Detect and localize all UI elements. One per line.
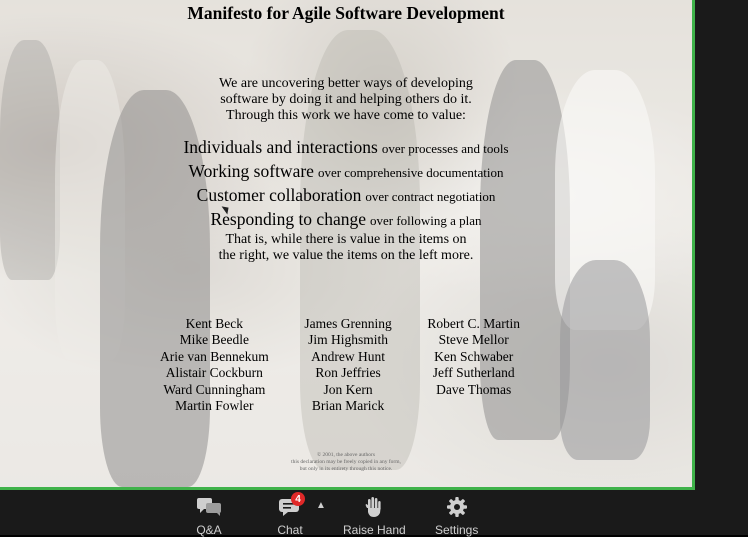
qa-button[interactable]: Q&A — [194, 495, 224, 537]
signer-name: Mike Beedle — [179, 332, 250, 348]
chevron-up-icon[interactable]: ▲ — [316, 500, 326, 511]
signer-name: Alistair Cockburn — [165, 365, 263, 381]
closing-line: the right, we value the items on the lef… — [218, 248, 474, 263]
signers-column: James Grenning Jim Highsmith Andrew Hunt… — [304, 316, 391, 414]
copyright-line: this declaration may be freely copied in… — [291, 459, 401, 465]
meeting-toolbar: Q&A 4 Chat ▲ Raise Hand Settings — [0, 490, 748, 537]
value-right: over comprehensive documentation — [317, 165, 504, 180]
hand-icon — [359, 495, 389, 519]
side-panel — [695, 0, 748, 490]
signer-name: Jim Highsmith — [308, 332, 388, 348]
signer-name: Jon Kern — [323, 381, 373, 397]
signer-name: Ward Cunningham — [163, 381, 266, 397]
copyright-line: © 2001, the above authors — [316, 452, 376, 458]
value-left: Customer collaboration — [196, 185, 362, 205]
signer-name: Ron Jeffries — [315, 365, 381, 381]
closing-line: That is, while there is value in the ite… — [225, 232, 467, 247]
signer-name: James Grenning — [304, 316, 392, 331]
signer-name: Arie van Bennekum — [160, 348, 269, 364]
manifesto-intro: We are uncovering better ways of develop… — [0, 76, 692, 124]
qa-icon — [194, 495, 224, 519]
manifesto-title: Manifesto for Agile Software Development — [187, 3, 505, 23]
value-row: Working software over comprehensive docu… — [0, 160, 692, 184]
signer-name: Ken Schwaber — [434, 348, 514, 364]
raise-hand-button[interactable]: Raise Hand — [343, 495, 406, 537]
signer-name: Kent Beck — [185, 316, 244, 331]
value-right: over processes and tools — [381, 141, 509, 156]
signer-name: Steve Mellor — [438, 332, 509, 348]
value-right: over following a plan — [369, 213, 482, 228]
value-row: Responding to change over following a pl… — [0, 208, 692, 232]
manifesto-values: Individuals and interactions over proces… — [0, 136, 692, 232]
value-right: over contract negotiation — [365, 189, 496, 204]
signers-column: Robert C. Martin Steve Mellor Ken Schwab… — [427, 316, 520, 414]
copyright-line: but only in its entirety through this no… — [299, 466, 393, 472]
chat-unread-badge: 4 — [291, 492, 305, 506]
intro-line: We are uncovering better ways of develop… — [219, 76, 473, 91]
signers-list: Kent Beck Mike Beedle Arie van Bennekum … — [160, 316, 520, 414]
signer-name: Martin Fowler — [175, 398, 254, 414]
signer-name: Dave Thomas — [436, 381, 512, 397]
chat-button[interactable]: 4 Chat — [275, 492, 305, 537]
settings-button[interactable]: Settings — [435, 495, 478, 537]
shared-screen: Manifesto for Agile Software Development… — [0, 0, 695, 490]
signer-name: Andrew Hunt — [311, 348, 385, 364]
value-row: Individuals and interactions over proces… — [0, 136, 692, 160]
intro-line: Through this work we have come to value: — [226, 108, 466, 123]
signer-name: Jeff Sutherland — [432, 365, 515, 381]
signer-name: Brian Marick — [311, 398, 385, 414]
signer-name: Robert C. Martin — [427, 316, 520, 331]
value-left: Responding to change — [210, 209, 366, 229]
value-left: Individuals and interactions — [183, 137, 378, 157]
signers-column: Kent Beck Mike Beedle Arie van Bennekum … — [160, 316, 269, 414]
intro-line: software by doing it and helping others … — [220, 92, 472, 107]
copyright-notice: © 2001, the above authors this declarati… — [0, 452, 692, 473]
chat-icon: 4 — [275, 492, 305, 519]
manifesto-closing: That is, while there is value in the ite… — [0, 232, 692, 264]
gear-icon — [442, 495, 472, 519]
value-row: Customer collaboration over contract neg… — [0, 184, 692, 208]
value-left: Working software — [188, 161, 314, 181]
